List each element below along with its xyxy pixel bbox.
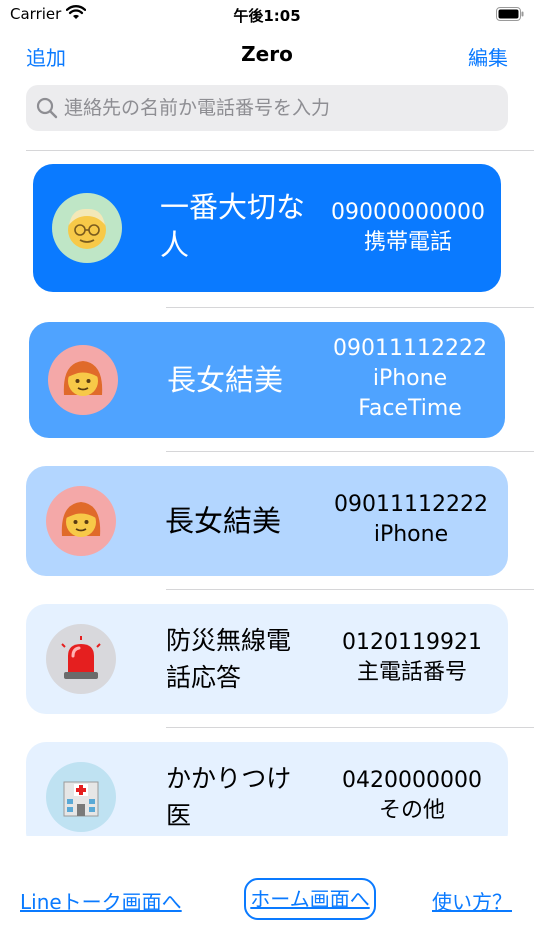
contact-info: 0120119921 主電話番号 xyxy=(328,628,496,688)
clock: 午後1:05 xyxy=(233,7,301,25)
phone-label: その他 xyxy=(378,798,445,823)
phone-number: 09011112222 xyxy=(334,492,488,517)
contact-card[interactable]: 長女結美 09011112222 iPhone xyxy=(26,466,508,576)
contact-name: かかりつけ医 xyxy=(166,764,292,830)
search-input[interactable] xyxy=(64,85,494,131)
divider xyxy=(26,150,534,151)
page-title: Zero xyxy=(241,42,293,66)
contact-card[interactable]: 長女結美 09011112222 iPhone FaceTime xyxy=(29,322,505,438)
help-link[interactable]: 使い方？ xyxy=(432,886,512,915)
contact-info: 09000000000 携帯電話 xyxy=(323,198,493,258)
divider xyxy=(166,451,534,452)
contact-list[interactable]: 一番大切な人 09000000000 携帯電話 長女結美 09011112222… xyxy=(0,152,534,836)
phone-number: 0120119921 xyxy=(342,630,482,655)
siren-icon xyxy=(46,624,116,694)
contact-info: 0420000000 その他 xyxy=(328,766,496,826)
phone-number: 0420000000 xyxy=(342,768,482,793)
line-talk-link[interactable]: Lineトーク画面へ xyxy=(20,886,182,915)
contact-name: 長女結美 xyxy=(165,504,282,538)
contact-card[interactable]: 防災無線電話応答 0120119921 主電話番号 xyxy=(26,604,508,714)
contact-name: 一番大切な人 xyxy=(160,190,306,262)
battery-icon xyxy=(496,6,524,21)
divider xyxy=(166,589,534,590)
edit-button[interactable]: 編集 xyxy=(468,42,508,71)
phone-label: 主電話番号 xyxy=(356,660,467,685)
contact-info: 09011112222 iPhone FaceTime xyxy=(327,334,493,424)
search-icon xyxy=(36,97,58,119)
contact-card[interactable]: 一番大切な人 09000000000 携帯電話 xyxy=(33,164,501,292)
facetime-label: FaceTime xyxy=(358,396,462,421)
older-person-icon xyxy=(52,193,122,263)
search-bar[interactable] xyxy=(26,85,508,131)
contact-info: 09011112222 iPhone xyxy=(326,490,496,550)
phone-label: iPhone xyxy=(372,366,448,391)
phone-number: 09000000000 xyxy=(331,200,485,225)
contact-name: 防災無線電話応答 xyxy=(166,626,292,692)
contact-name: 長女結美 xyxy=(167,363,284,397)
divider xyxy=(166,307,534,308)
hospital-icon xyxy=(46,762,116,832)
status-bar: Carrier 午後1:05 xyxy=(0,0,534,30)
phone-number: 09011112222 xyxy=(333,336,487,361)
divider xyxy=(166,727,534,728)
woman-icon xyxy=(46,486,116,556)
phone-label: 携帯電話 xyxy=(363,230,452,255)
woman-icon xyxy=(48,345,118,415)
contact-card[interactable]: かかりつけ医 0420000000 その他 xyxy=(26,742,508,836)
phone-label: iPhone xyxy=(373,522,449,547)
home-screen-button[interactable]: ホーム画面へ xyxy=(244,878,376,920)
